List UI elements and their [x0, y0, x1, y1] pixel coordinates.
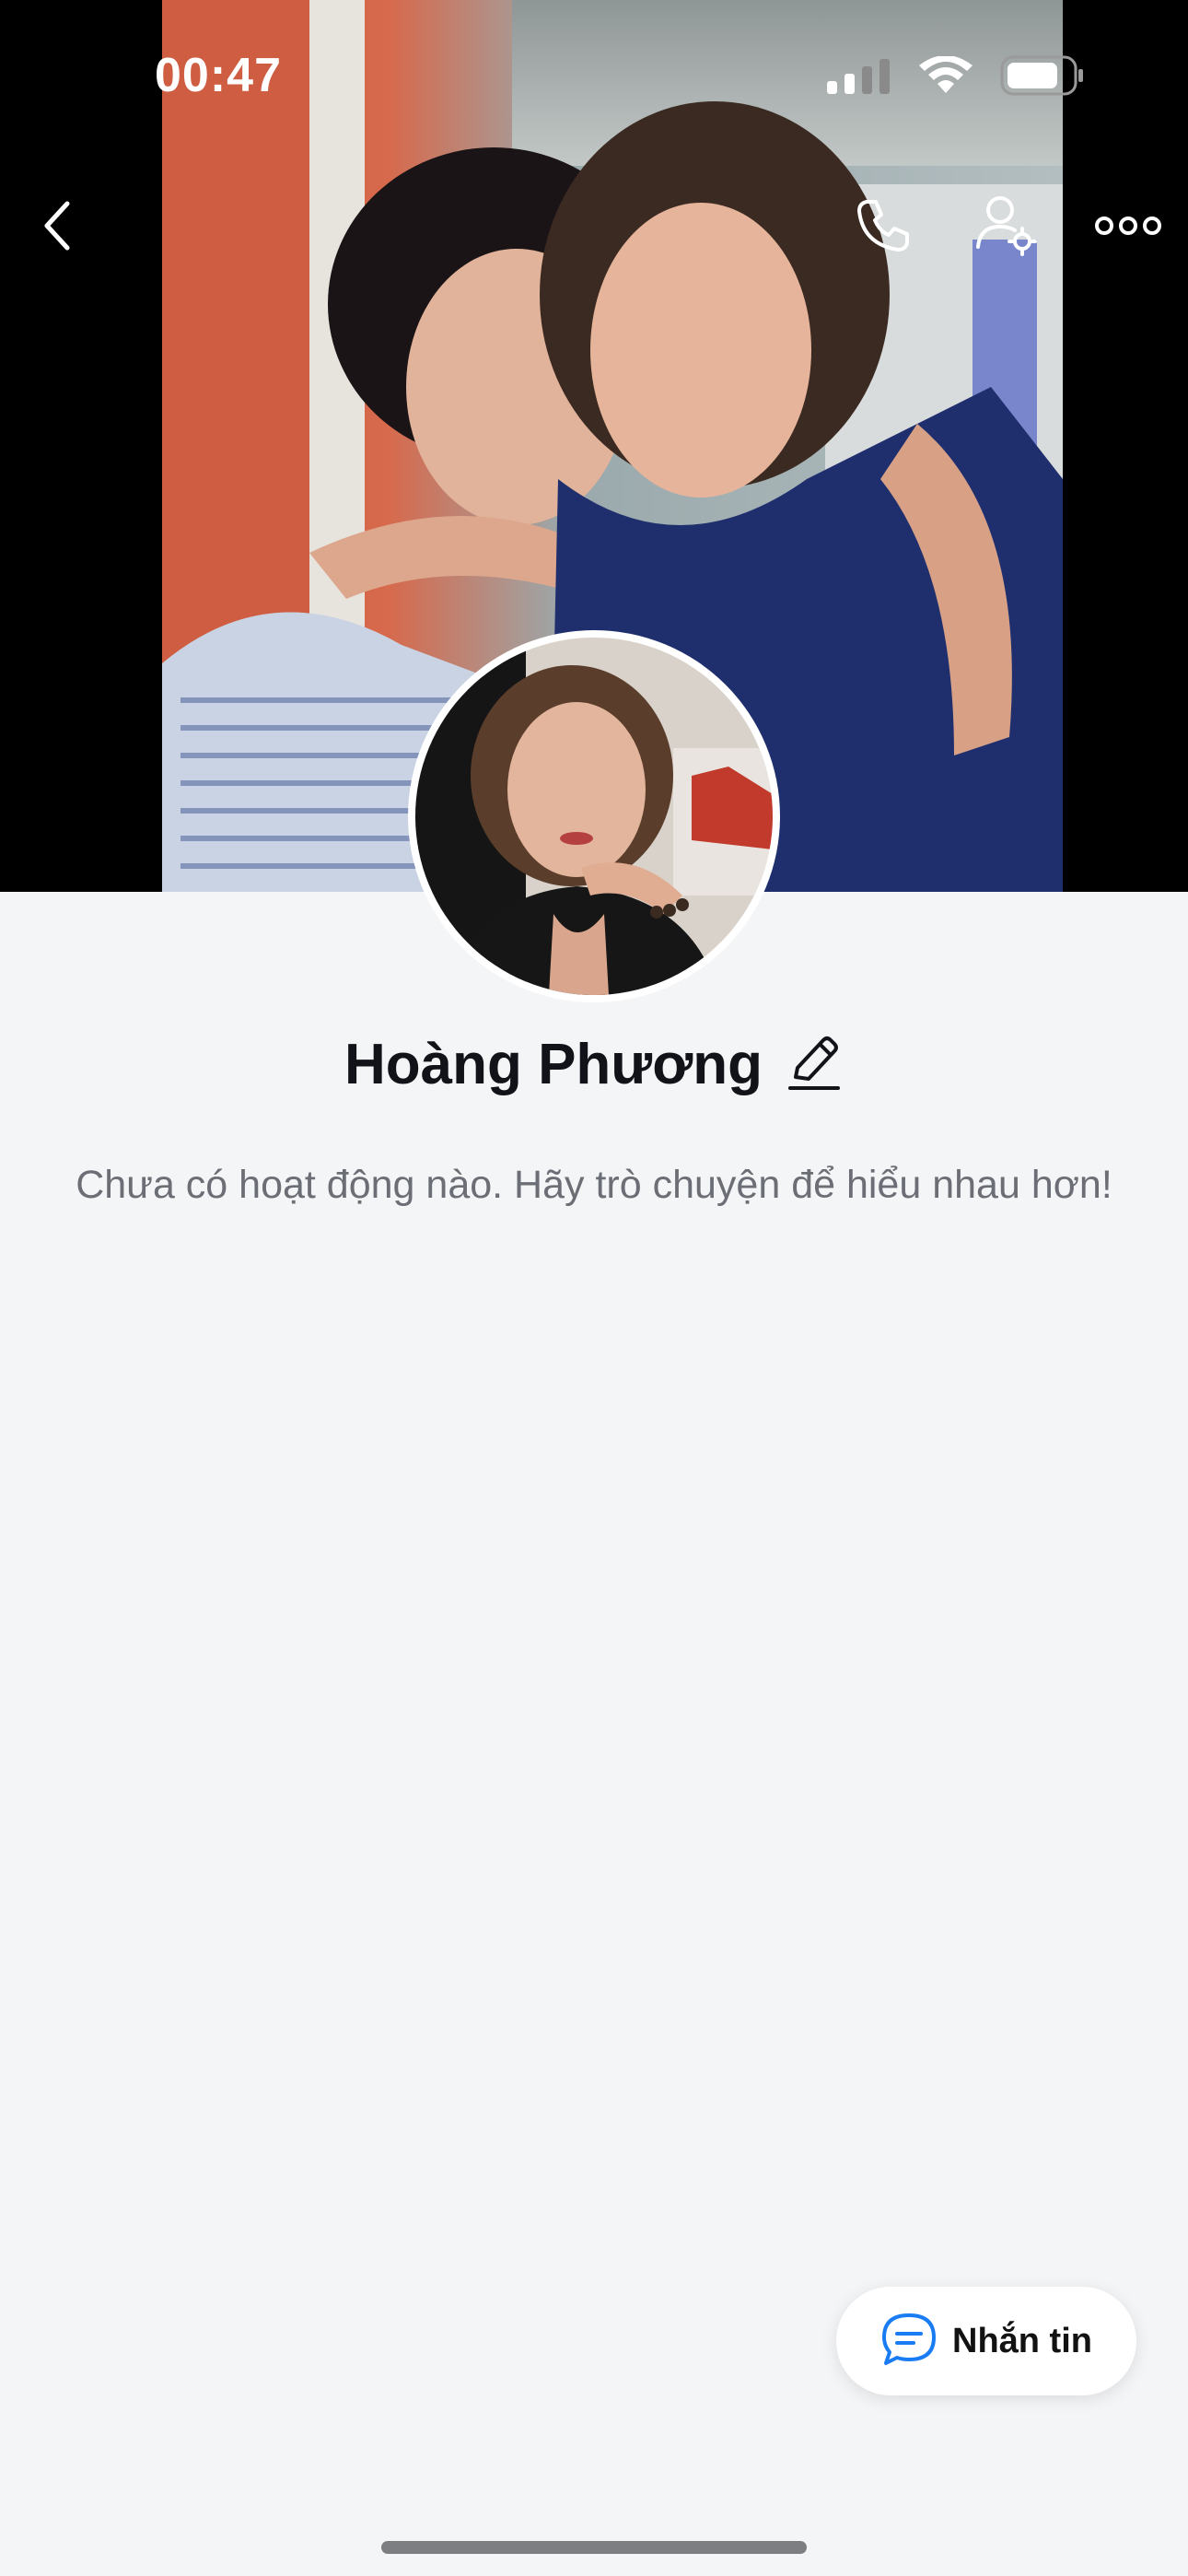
message-button-label: Nhắn tin [952, 2321, 1092, 2360]
user-settings-button[interactable] [965, 186, 1048, 269]
avatar-image [415, 638, 773, 995]
status-bar: 00:47 [0, 0, 1188, 157]
more-icon [1095, 215, 1161, 241]
empty-activity-text: Chưa có hoạt động nào. Hãy trò chuyện để… [76, 1163, 1112, 1207]
message-button[interactable]: Nhắn tin [836, 2287, 1136, 2395]
more-button[interactable] [1087, 186, 1170, 269]
home-indicator[interactable] [381, 2541, 807, 2554]
back-chevron-icon [38, 198, 75, 258]
profile-name: Hoàng Phương [344, 1032, 763, 1096]
avatar[interactable] [408, 630, 780, 1002]
phone-icon [854, 196, 913, 260]
user-settings-icon [974, 193, 1039, 263]
battery-icon [1000, 55, 1085, 100]
profile-screen: 00:47 Hoàng Phương Chưa có hoạt động nào… [0, 0, 1188, 2576]
edit-name-button[interactable] [785, 1032, 844, 1096]
profile-name-row: Hoàng Phương [0, 1023, 1188, 1106]
chat-bubble-icon [880, 2312, 938, 2371]
status-time: 00:47 [155, 49, 282, 102]
pencil-icon [788, 1033, 841, 1096]
call-button[interactable] [842, 186, 925, 269]
signal-icon [827, 57, 891, 99]
status-icons [827, 55, 1085, 100]
wifi-icon [919, 55, 973, 100]
top-nav [0, 175, 1188, 276]
back-button[interactable] [15, 186, 98, 269]
